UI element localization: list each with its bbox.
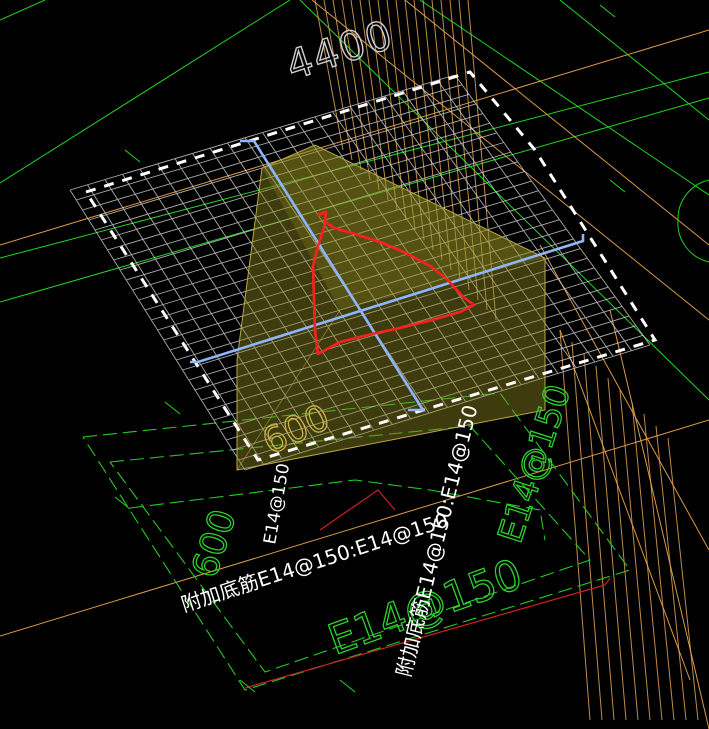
cad-viewport[interactable]: 4400 E14@150 E14@150 600 600 附加底筋E14@150… <box>0 0 709 729</box>
rebar-tag-diagonal[interactable]: E14@150 <box>260 462 294 546</box>
cad-canvas[interactable]: 4400 E14@150 E14@150 600 600 附加底筋E14@150… <box>0 0 709 729</box>
dimension-label: 4400 <box>281 12 400 90</box>
green-rebar-tag-left: 600 <box>185 505 245 583</box>
